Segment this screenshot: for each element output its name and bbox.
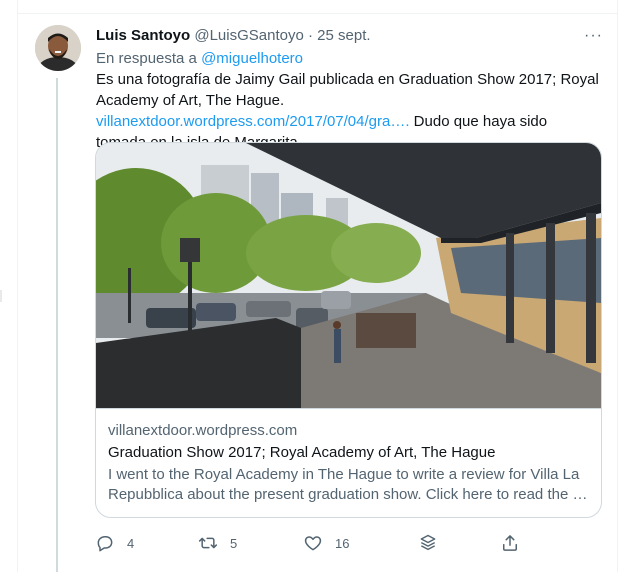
card-description: I went to the Royal Academy in The Hague… bbox=[108, 466, 588, 503]
reply-context: En respuesta a @miguelhotero bbox=[96, 49, 303, 69]
analytics-icon bbox=[420, 534, 436, 551]
reply-count: 4 bbox=[127, 535, 135, 551]
card-title: Graduation Show 2017; Royal Academy of A… bbox=[108, 444, 496, 461]
edge-marker bbox=[0, 290, 2, 302]
analytics-button[interactable] bbox=[418, 532, 438, 554]
reply-mention-link[interactable]: @miguelhotero bbox=[201, 50, 303, 67]
top-divider bbox=[17, 13, 618, 14]
card-preview-image bbox=[96, 143, 601, 409]
tweet-url-link[interactable]: villanextdoor.wordpress.com/2017/07/04/g… bbox=[96, 113, 410, 130]
column-left-border bbox=[17, 0, 18, 572]
reply-prefix: En respuesta a bbox=[96, 50, 197, 67]
tweet-date[interactable]: 25 sept. bbox=[317, 27, 370, 44]
tweet-header: Luis Santoyo @LuisGSantoyo · 25 sept. bbox=[96, 26, 371, 46]
avatar-image bbox=[35, 25, 81, 71]
thread-connector-line bbox=[56, 78, 58, 572]
avatar[interactable] bbox=[35, 25, 81, 71]
author-handle[interactable]: @LuisGSantoyo bbox=[194, 27, 303, 44]
share-icon bbox=[503, 535, 517, 551]
like-button[interactable]: 16 bbox=[303, 532, 349, 554]
reply-icon bbox=[97, 536, 113, 552]
reply-button[interactable]: 4 bbox=[95, 532, 134, 554]
like-icon bbox=[304, 536, 322, 551]
share-button[interactable] bbox=[500, 532, 520, 554]
retweet-button[interactable]: 5 bbox=[198, 532, 237, 554]
tweet-text: Es una fotografía de Jaimy Gail publicad… bbox=[96, 69, 601, 153]
card-domain: villanextdoor.wordpress.com bbox=[108, 422, 298, 439]
retweet-count: 5 bbox=[230, 535, 238, 551]
author-name[interactable]: Luis Santoyo bbox=[96, 27, 190, 44]
column-right-border bbox=[617, 0, 618, 572]
more-icon[interactable]: ··· bbox=[584, 26, 604, 46]
header-separator: · bbox=[307, 27, 313, 44]
retweet-icon bbox=[198, 537, 218, 549]
action-bar: 4 5 16 bbox=[95, 532, 600, 554]
link-preview-card[interactable]: villanextdoor.wordpress.com Graduation S… bbox=[95, 142, 602, 518]
tweet-text-before-link: Es una fotografía de Jaimy Gail publicad… bbox=[96, 71, 599, 109]
like-count: 16 bbox=[335, 535, 350, 551]
card-meta: villanextdoor.wordpress.com Graduation S… bbox=[108, 421, 588, 505]
